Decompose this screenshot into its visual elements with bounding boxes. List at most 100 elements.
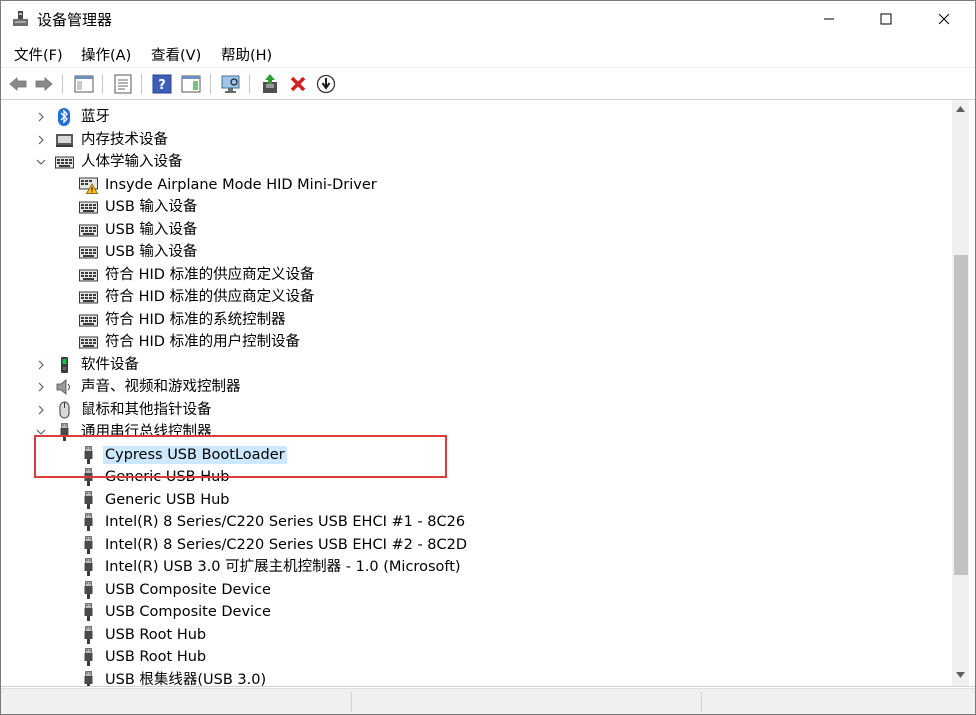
menu-view[interactable]: 查看(V)	[151, 44, 201, 65]
usb-icon	[79, 625, 98, 644]
tree-device-item[interactable]: Intel(R) 8 Series/C220 Series USB EHCI #…	[1, 534, 951, 556]
tree-device-item[interactable]: USB Composite Device	[1, 601, 951, 623]
svg-text:?: ?	[158, 78, 166, 93]
maximize-button[interactable]	[860, 0, 912, 38]
hid-keyboard-icon	[55, 153, 74, 171]
tree-category[interactable]: 人体学输入设备	[1, 151, 951, 173]
memory-device-icon	[55, 131, 74, 149]
usb-icon	[79, 490, 98, 509]
disable-icon[interactable]	[315, 73, 337, 95]
scroll-up-arrow-icon[interactable]	[956, 106, 965, 112]
toolbar: ?	[1, 67, 975, 99]
tree-category[interactable]: 鼠标和其他指针设备	[1, 399, 951, 421]
hid-keyboard-icon	[79, 198, 98, 216]
tree-device-item[interactable]: Intel(R) 8 Series/C220 Series USB EHCI #…	[1, 511, 951, 533]
toolbar-separator	[62, 74, 63, 94]
tree-device-item[interactable]: 符合 HID 标准的用户控制设备	[1, 331, 951, 353]
tree-item-label: Intel(R) 8 Series/C220 Series USB EHCI #…	[105, 514, 466, 530]
close-icon	[938, 13, 950, 25]
tree-category[interactable]: 软件设备	[1, 354, 951, 376]
tree-device-item[interactable]: USB 根集线器(USB 3.0)	[1, 669, 951, 687]
forward-icon[interactable]	[33, 73, 55, 95]
maximize-icon	[880, 13, 892, 25]
window-title: 设备管理器	[37, 11, 113, 29]
hid-keyboard-icon	[79, 266, 98, 284]
tree-item-label: USB 输入设备	[105, 221, 198, 238]
tree-device-item[interactable]: USB Root Hub	[1, 624, 951, 646]
usb-icon	[79, 648, 98, 666]
menu-file[interactable]: 文件(F)	[14, 44, 63, 65]
chevron-down-icon[interactable]	[34, 155, 48, 169]
scrollbar-thumb[interactable]	[954, 255, 968, 575]
tree-category[interactable]: 蓝牙	[1, 106, 951, 128]
scroll-down-arrow-icon[interactable]	[956, 672, 965, 678]
device-tree: 蓝牙内存技术设备 人体学输入设备 Insyde Airplane Mode HID …	[1, 99, 975, 687]
usb-icon	[79, 558, 98, 576]
tree-item-label: 声音、视频和游戏控制器	[81, 379, 241, 395]
tree-item-label: Insyde Airplane Mode HID Mini-Driver	[105, 176, 377, 193]
tree-item-label: USB Root Hub	[105, 649, 207, 665]
tree-item-label: Generic USB Hub	[105, 491, 230, 508]
toolbar-separator	[102, 74, 103, 94]
properties-icon[interactable]	[112, 73, 134, 95]
tree-device-item[interactable]: USB 输入设备	[1, 219, 951, 241]
tree-item-label: 符合 HID 标准的供应商定义设备	[105, 289, 315, 305]
hid-keyboard-icon	[79, 221, 98, 239]
tree-item-label: USB 输入设备	[105, 199, 198, 215]
vertical-scrollbar[interactable]	[952, 100, 969, 686]
title-bar: 设备管理器	[0, 0, 976, 38]
tree-item-label: USB 输入设备	[105, 244, 198, 260]
hid-keyboard-icon	[79, 311, 98, 329]
chevron-right-icon[interactable]	[34, 110, 48, 124]
close-button[interactable]	[918, 0, 970, 38]
chevron-right-icon[interactable]	[34, 403, 48, 417]
tree-item-label: 软件设备	[81, 356, 139, 373]
help-icon[interactable]: ?	[151, 73, 173, 95]
minimize-button[interactable]	[803, 0, 855, 38]
chevron-right-icon[interactable]	[34, 358, 48, 372]
tree-device-item[interactable]: USB 输入设备	[1, 241, 951, 263]
menu-help[interactable]: 帮助(H)	[221, 44, 272, 65]
toolbar-separator	[249, 74, 250, 94]
tree-device-item[interactable]: USB 输入设备	[1, 196, 951, 218]
tree-device-item[interactable]: USB Root Hub	[1, 646, 951, 668]
tree-device-item[interactable]: Insyde Airplane Mode HID Mini-Driver	[1, 174, 951, 196]
software-device-icon	[55, 356, 74, 374]
tree-device-item[interactable]: Generic USB Hub	[1, 489, 951, 511]
tree-category[interactable]: 内存技术设备	[1, 129, 951, 151]
action-pane-icon[interactable]	[180, 73, 202, 95]
show-hide-tree-icon[interactable]	[73, 73, 95, 95]
tree-item-label: 符合 HID 标准的供应商定义设备	[105, 266, 315, 283]
menu-action[interactable]: 操作(A)	[81, 44, 131, 65]
usb-icon	[79, 670, 98, 686]
back-icon[interactable]	[7, 73, 29, 95]
tree-device-item[interactable]: Intel(R) USB 3.0 可扩展主机控制器 - 1.0 (Microso…	[1, 556, 951, 578]
tree-item-label: Intel(R) USB 3.0 可扩展主机控制器 - 1.0 (Microso…	[105, 559, 461, 575]
toolbar-separator	[210, 74, 211, 94]
tree-category[interactable]: 声音、视频和游戏控制器	[1, 376, 951, 398]
tree-device-item[interactable]: 符合 HID 标准的系统控制器	[1, 309, 951, 331]
tree-item-label: Intel(R) 8 Series/C220 Series USB EHCI #…	[105, 536, 468, 553]
mouse-icon	[55, 401, 74, 419]
status-bar	[1, 688, 975, 714]
tree-item-label: 符合 HID 标准的用户控制设备	[105, 334, 301, 350]
tree-item-label: 内存技术设备	[81, 131, 168, 148]
hid-keyboard-icon	[79, 243, 98, 261]
uninstall-icon[interactable]	[287, 73, 309, 95]
bluetooth-icon	[55, 108, 74, 126]
chevron-right-icon[interactable]	[34, 380, 48, 394]
tree-item-label: USB 根集线器(USB 3.0)	[105, 671, 267, 687]
speaker-icon	[55, 378, 74, 396]
tree-item-label: 人体学输入设备	[81, 154, 183, 170]
tree-device-item[interactable]: USB Composite Device	[1, 579, 951, 601]
tree-item-label: USB Composite Device	[105, 604, 271, 620]
chevron-right-icon[interactable]	[34, 133, 48, 147]
tree-device-item[interactable]: 符合 HID 标准的供应商定义设备	[1, 286, 951, 308]
tree-item-label: USB Root Hub	[105, 626, 207, 643]
tree-device-item[interactable]: 符合 HID 标准的供应商定义设备	[1, 264, 951, 286]
minimize-icon	[824, 18, 834, 20]
scan-hardware-icon[interactable]	[220, 73, 242, 95]
update-driver-icon[interactable]	[259, 73, 281, 95]
usb-icon	[79, 513, 98, 531]
tree-item-label: USB Composite Device	[105, 581, 271, 598]
